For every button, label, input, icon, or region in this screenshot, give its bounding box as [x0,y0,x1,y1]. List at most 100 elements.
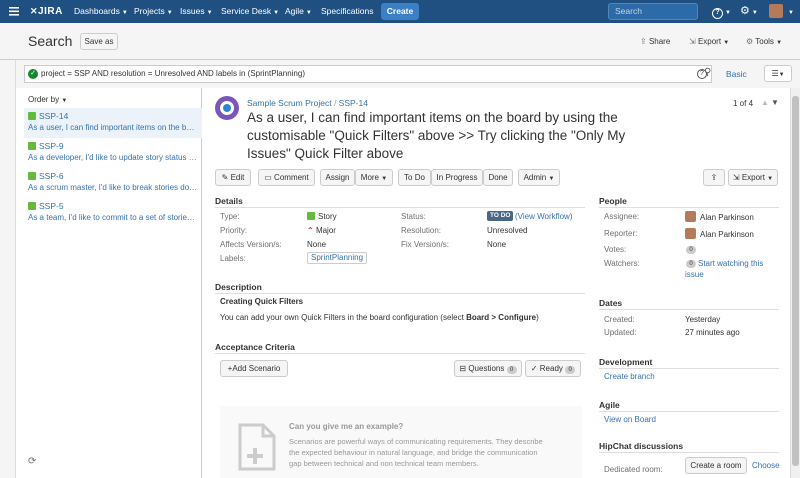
valid-check-icon: ✓ [28,69,38,79]
basic-mode-link[interactable]: Basic [726,69,747,79]
people-heading: People [599,196,627,206]
view-on-board-link[interactable]: View on Board [604,415,656,424]
export-button[interactable]: ⇲ Export ▼ [689,37,729,46]
list-item[interactable]: SSP-5 As a team, I'd like to commit to a… [24,198,202,228]
view-workflow-link[interactable]: (View Workflow) [515,212,573,221]
jira-logo-icon: ✕ [30,6,39,16]
comment-icon: ▭ [264,173,272,182]
gear-icon: ⚙ [746,37,754,46]
details-heading: Details [215,196,243,206]
create-room-button[interactable]: Create a room [685,457,747,474]
type-label: Type: [220,212,240,221]
edit-button[interactable]: ✎ Edit [215,169,251,186]
issue-detail-panel: Sample Scrum Project / SSP-14 1 of 4 ▲ ▼… [203,88,790,478]
avatar [685,228,696,239]
previous-issue-icon[interactable]: ▲ [761,98,769,107]
project-link[interactable]: Sample Scrum Project [247,98,332,108]
order-by-dropdown[interactable]: Order by ▼ [28,95,67,104]
list-item[interactable]: SSP-6 As a scrum master, I'd like to bre… [24,168,202,198]
label-tag[interactable]: SprintPlanning [307,252,368,264]
gear-icon[interactable]: ⚙ ▼ [740,0,758,23]
layout-switcher-button[interactable]: ☰▼ [764,65,792,82]
list-item[interactable]: SSP-9 As a developer, I'd like to update… [24,138,202,168]
chevron-down-icon[interactable]: ▼ [786,0,794,23]
dedicated-room-label: Dedicated room: [604,465,663,474]
jira-logo[interactable]: ✕JIRA [30,0,63,23]
issue-export-button[interactable]: ⇲ Export ▼ [728,169,778,186]
nav-agile[interactable]: Agile ▼ [285,0,312,23]
reporter-value[interactable]: Alan Parkinson [685,228,754,239]
nav-dashboards[interactable]: Dashboards ▼ [74,0,128,23]
help-icon[interactable]: ? ▼ [712,0,731,23]
nav-projects[interactable]: Projects ▼ [134,0,173,23]
app-switcher-icon[interactable] [9,6,19,16]
nav-specifications[interactable]: Specifications [321,0,373,23]
hipchat-heading: HipChat discussions [599,441,684,451]
nav-service-desk[interactable]: Service Desk ▼ [221,0,279,23]
page-title: Search [28,33,73,49]
assignee-value[interactable]: Alan Parkinson [685,211,754,222]
chevron-down-icon: ▼ [121,10,128,16]
description-heading: Description [215,282,262,292]
example-text: Scenarios are powerful ways of communica… [289,437,543,468]
scrollbar[interactable] [790,88,800,478]
todo-button[interactable]: To Do [398,169,431,186]
question-icon: ⊟ [459,364,467,373]
user-avatar[interactable] [769,4,783,18]
issue-key-link[interactable]: SSP-14 [339,98,368,108]
type-value: Story [307,212,337,221]
affects-label: Affects Version/s: [220,240,282,249]
affects-value: None [307,240,327,249]
in-progress-button[interactable]: In Progress [431,169,483,186]
labels-label: Labels: [220,254,246,263]
share-button[interactable]: ⇪ Share [640,37,670,46]
list-item[interactable]: SSP-14 As a user, I can find important i… [24,108,202,138]
chevron-down-icon: ▼ [206,10,213,16]
export-icon: ⇲ [689,37,696,46]
scenario-placeholder: Can you give me an example? Scenarios ar… [220,406,582,478]
ready-button[interactable]: ✓ Ready 0 [525,360,581,377]
description-subheading: Creating Quick Filters [220,297,304,306]
comment-button[interactable]: ▭ Comment [258,169,315,186]
start-watching-link[interactable]: Start watching this issue [685,258,775,280]
export-icon: ⇲ [732,173,740,182]
choose-room-link[interactable]: Choose [752,461,780,470]
dates-heading: Dates [599,298,623,308]
save-as-button[interactable]: Save as [80,33,118,50]
create-branch-link[interactable]: Create branch [604,372,655,381]
add-scenario-button[interactable]: +Add Scenario [220,360,288,377]
tools-button[interactable]: ⚙ Tools ▼ [746,37,782,46]
chevron-down-icon: ▼ [166,10,173,16]
search-icon[interactable]: ⚲ [704,67,711,78]
create-button[interactable]: Create [381,3,419,20]
resolution-value: Unresolved [487,226,528,235]
acceptance-heading: Acceptance Criteria [215,342,295,352]
more-button[interactable]: More ▼ [355,169,393,186]
questions-button[interactable]: ⊟ Questions 0 [454,360,522,377]
share-issue-button[interactable]: ⇪ [703,169,725,186]
project-avatar[interactable] [215,96,239,120]
story-icon [28,202,36,210]
chevron-down-icon: ▼ [273,10,280,16]
assignee-label: Assignee: [604,212,640,221]
issue-title: As a user, I can find important items on… [247,110,626,161]
issue-list-panel: Order by ▼ SSP-14 As a user, I can find … [16,88,202,478]
updated-value: 27 minutes ago [685,328,740,337]
votes-count[interactable]: 0 [686,246,696,254]
story-icon [28,142,36,150]
quick-search-input[interactable]: Search [608,3,698,20]
admin-button[interactable]: Admin ▼ [518,169,560,186]
scrollbar-thumb[interactable] [792,96,799,466]
check-circle-icon: ✓ [530,364,538,373]
nav-issues[interactable]: Issues ▼ [180,0,213,23]
status-badge: TO DO [487,211,514,221]
next-issue-icon[interactable]: ▼ [771,98,779,107]
jql-query-input[interactable]: ✓ project = SSP AND resolution = Unresol… [24,65,712,83]
assign-button[interactable]: Assign [320,169,355,186]
description-text: You can add your own Quick Filters in th… [220,313,539,322]
pencil-icon: ✎ [221,173,229,182]
search-header: Search Save as ⇪ Share ⇲ Export ▼ ⚙ Tool… [0,23,800,60]
top-navigation: ✕JIRA Dashboards ▼ Projects ▼ Issues ▼ Serv… [0,0,800,23]
done-button[interactable]: Done [483,169,513,186]
refresh-icon[interactable]: ⟳ [28,456,36,467]
